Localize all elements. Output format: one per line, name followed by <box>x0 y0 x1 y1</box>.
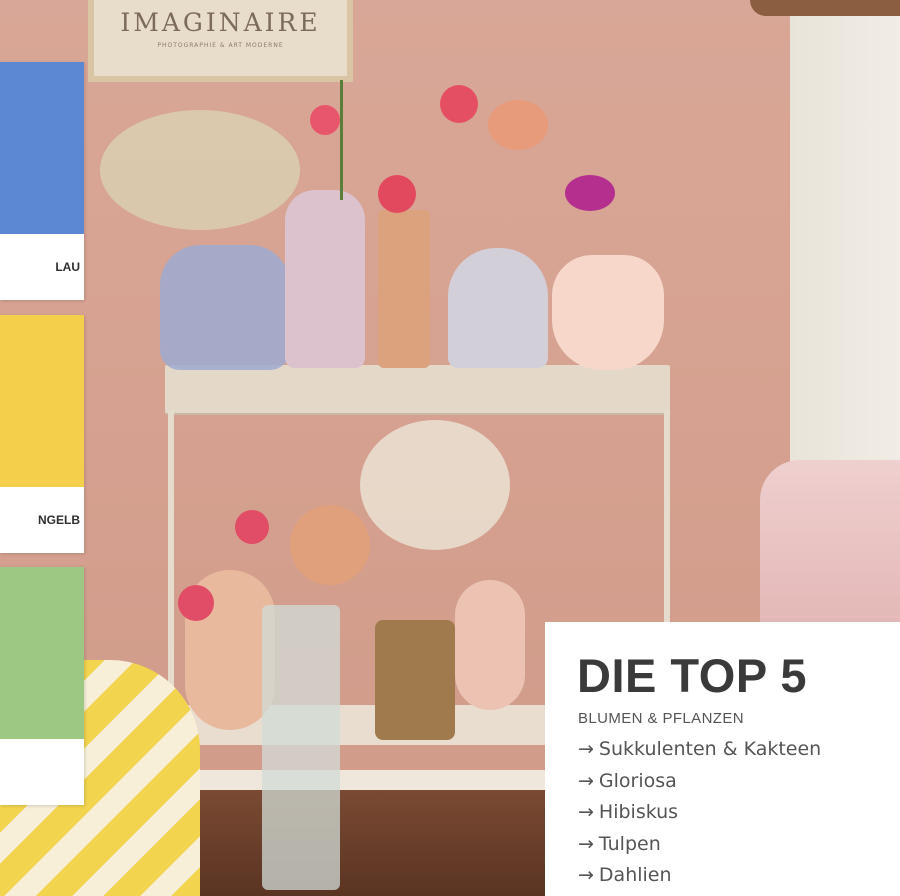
top5-list: → Sukkulenten & Kakteen → Gloriosa → Hibisk… <box>578 734 821 892</box>
list-item: → Tulpen <box>578 829 821 861</box>
tulip-bloom <box>440 85 478 123</box>
framed-poster: IMAGINAIRE PHOTOGRAPHIE & ART MODERNE <box>88 0 353 82</box>
tulip-bloom <box>235 510 269 544</box>
brown-vase <box>375 620 455 740</box>
list-item-label: Gloriosa <box>598 769 677 792</box>
statice-bouquet <box>100 110 300 230</box>
list-item: → Sukkulenten & Kakteen <box>578 734 821 766</box>
arrow-right-icon: → <box>578 832 594 855</box>
pastel-painted-vase <box>552 255 664 370</box>
arrow-right-icon: → <box>578 738 594 760</box>
chrysanthemum-cluster <box>290 505 370 585</box>
swatch-color-yellow <box>0 315 84 487</box>
snapdragon-bouquet <box>360 420 510 550</box>
plant-stand-leg <box>664 410 670 630</box>
arrow-right-icon: → <box>578 769 594 792</box>
pink-armchair <box>760 460 900 630</box>
top5-card: DIE TOP 5 BLUMEN & PFLANZEN → Sukkulenten… <box>545 622 900 896</box>
list-item: → Hibiskus <box>578 797 821 829</box>
list-item: → Gloriosa <box>578 766 821 798</box>
flower-stem <box>340 80 343 200</box>
bubble-glass-vase <box>262 605 340 890</box>
poster-title: IMAGINAIRE <box>120 8 321 37</box>
card-subtitle: BLUMEN & PFLANZEN <box>578 710 744 727</box>
swatch-color-green <box>0 567 84 739</box>
swatch-label: LAU <box>55 260 80 274</box>
tulip-bloom <box>378 175 416 213</box>
list-item: → Dahlien <box>578 860 821 892</box>
blue-glass-vase <box>160 245 290 370</box>
swatch-card-blue: LAU <box>0 62 84 300</box>
swatch-card-yellow: NGELB <box>0 315 84 553</box>
list-item-label: Sukkulenten & Kakteen <box>598 738 822 760</box>
plant-stand-top-tray <box>165 365 670 413</box>
arrow-right-icon: → <box>578 864 594 886</box>
tulip-bloom <box>178 585 214 621</box>
card-title: DIE TOP 5 <box>577 649 808 702</box>
copper-vase <box>378 210 430 368</box>
anemone-bloom <box>565 175 615 211</box>
ribbed-pink-vase <box>285 190 365 368</box>
grey-vase <box>448 248 548 368</box>
arrow-right-icon: → <box>578 801 594 823</box>
swatch-color-blue <box>0 62 84 234</box>
list-item-label: Dahlien <box>598 864 672 886</box>
lamp-shade <box>750 0 900 16</box>
list-item-label: Hibiskus <box>598 801 679 823</box>
tulip-bloom <box>310 105 340 135</box>
ring-vase <box>455 580 525 710</box>
poster-subtitle: PHOTOGRAPHIE & ART MODERNE <box>157 42 284 49</box>
swatch-card-green <box>0 567 84 805</box>
swatch-label <box>0 739 84 805</box>
swatch-label: NGELB <box>38 513 80 527</box>
chrysanthemum-cluster <box>488 100 548 150</box>
list-item-label: Tulpen <box>598 832 661 855</box>
